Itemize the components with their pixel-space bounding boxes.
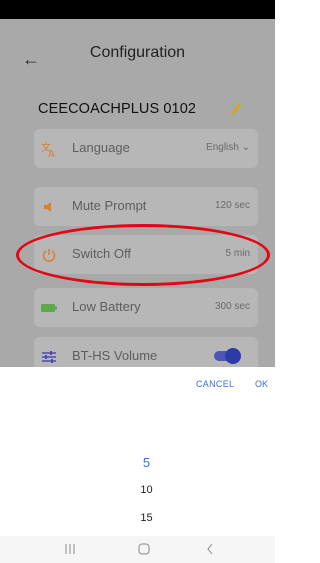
- setting-mute-prompt[interactable]: Mute Prompt 120 sec: [34, 187, 258, 226]
- speaker-icon: [40, 198, 58, 216]
- sliders-icon: [40, 348, 58, 366]
- ok-button[interactable]: OK: [255, 379, 268, 389]
- highlight-annotation: [16, 224, 270, 286]
- setting-low-battery[interactable]: Low Battery 300 sec: [34, 288, 258, 327]
- page-title: Configuration: [89, 44, 186, 61]
- device-name: CEECOACHPLUS 0102: [38, 101, 197, 117]
- svg-text:A: A: [48, 149, 55, 158]
- picker-option-selected[interactable]: 5: [0, 455, 275, 470]
- picker-option[interactable]: 10: [0, 484, 275, 496]
- volume-toggle[interactable]: [214, 348, 241, 364]
- home-icon[interactable]: [134, 543, 154, 557]
- status-bar: [0, 0, 275, 19]
- setting-bt-hs-volume[interactable]: BT-HS Volume: [34, 337, 258, 367]
- setting-value[interactable]: English ⌄: [206, 142, 250, 153]
- device-row: CEECOACHPLUS 0102: [38, 100, 253, 122]
- back-nav-icon[interactable]: [200, 543, 220, 557]
- configuration-screen: ← Configuration CEECOACHPLUS 0102 文 A La…: [0, 19, 275, 367]
- recents-icon[interactable]: [60, 543, 80, 557]
- setting-label: Low Battery: [72, 299, 141, 314]
- setting-label: Mute Prompt: [72, 198, 147, 213]
- toggle-knob: [225, 348, 241, 364]
- setting-label: Language: [72, 140, 130, 155]
- setting-value: 300 sec: [214, 301, 250, 312]
- header: ← Configuration: [0, 19, 275, 89]
- pencil-icon[interactable]: [229, 100, 243, 116]
- setting-language[interactable]: 文 A Language English ⌄: [34, 129, 258, 168]
- system-nav-bar: [0, 536, 275, 563]
- translate-icon: 文 A: [40, 140, 58, 158]
- battery-icon: [40, 299, 58, 317]
- number-picker-sheet: CANCEL OK 5 10 15: [0, 367, 275, 536]
- cancel-button[interactable]: CANCEL: [196, 379, 234, 389]
- setting-value: 120 sec: [214, 200, 250, 211]
- picker-option[interactable]: 15: [0, 512, 275, 524]
- setting-label: BT-HS Volume: [72, 348, 158, 363]
